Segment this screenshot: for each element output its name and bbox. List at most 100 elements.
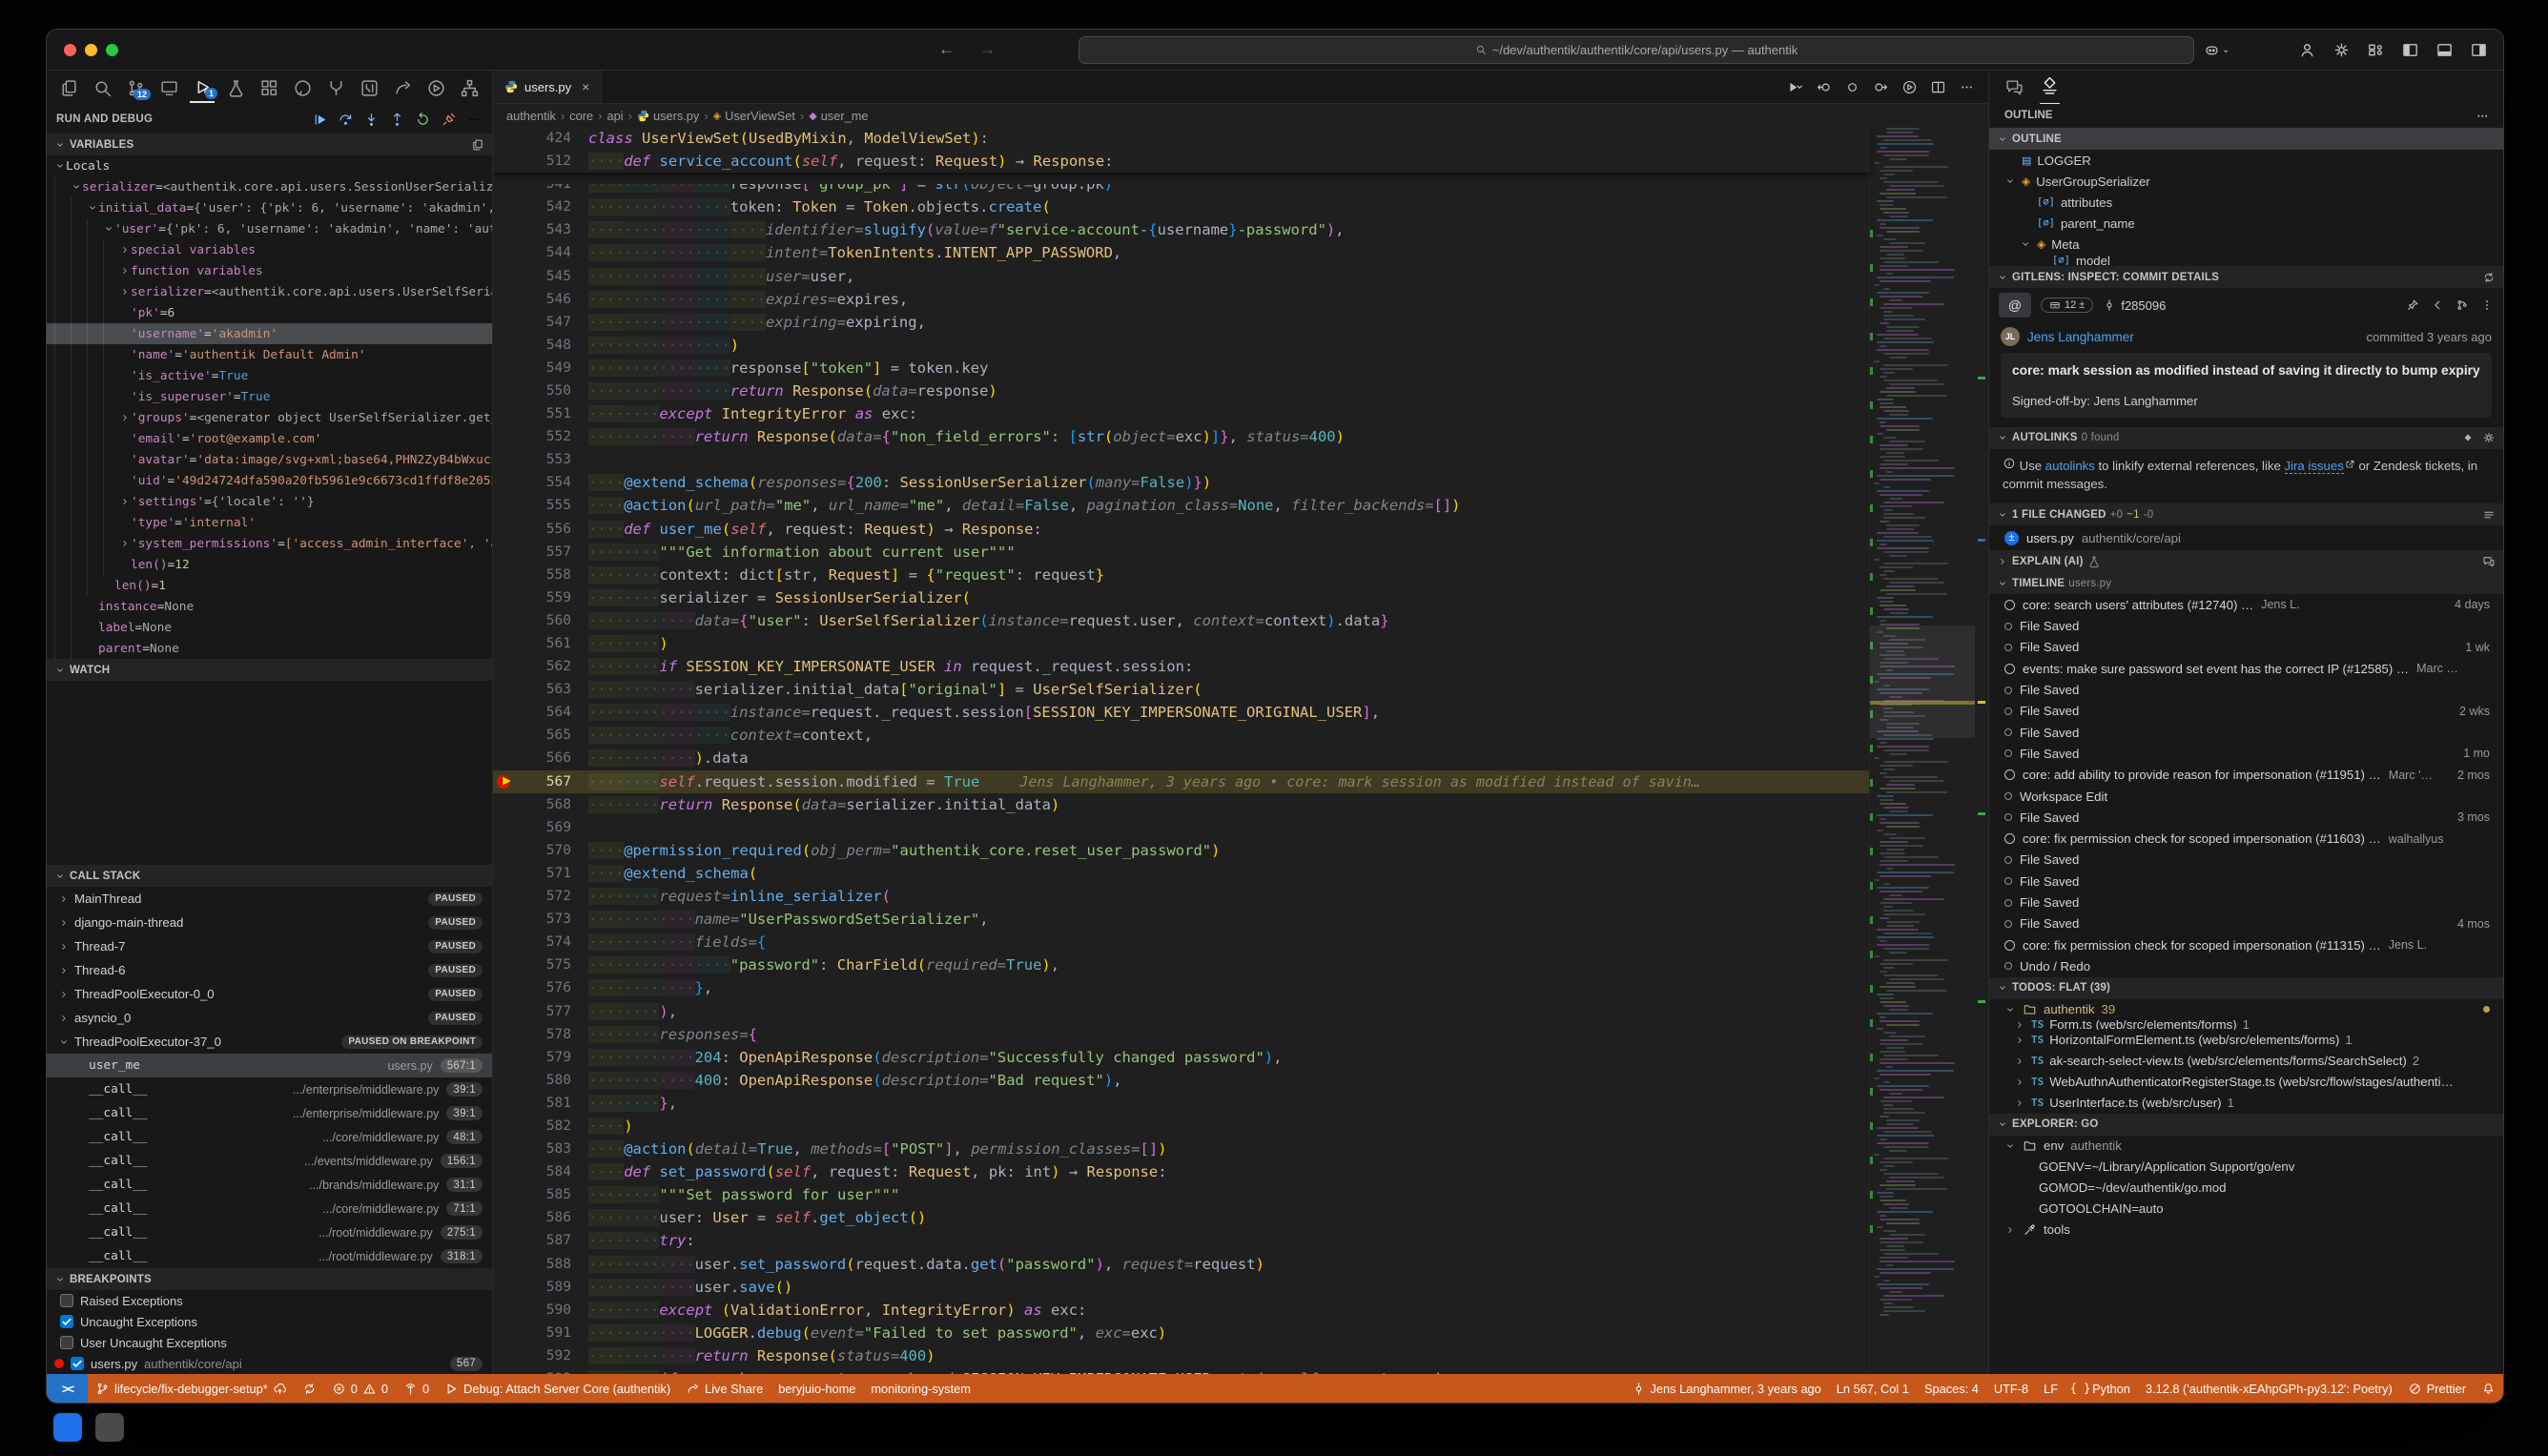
- restart-icon[interactable]: [415, 112, 431, 128]
- split-editor-icon[interactable]: [1930, 79, 1946, 95]
- gutter[interactable]: 571: [493, 862, 588, 885]
- dock-icon[interactable]: [53, 1413, 82, 1442]
- variable-row[interactable]: 'uid' = '49d24724dfa590a20fb5961e9c6673c…: [47, 470, 492, 491]
- more-actions-icon[interactable]: [466, 112, 483, 128]
- todo-file-row[interactable]: TSWebAuthnAuthenticatorRegisterStage.ts …: [1989, 1072, 2503, 1093]
- autolinks-section-header[interactable]: AUTOLINKS0 found: [1989, 427, 2503, 449]
- explorer-go-section-header[interactable]: EXPLORER: GO: [1989, 1114, 2503, 1136]
- gutter[interactable]: 568: [493, 793, 588, 816]
- pin-icon[interactable]: [2406, 298, 2419, 312]
- breakpoint-row[interactable]: User Uncaught Exceptions: [47, 1332, 492, 1353]
- variable-row[interactable]: len() = 12: [47, 554, 492, 575]
- outline-item-parent_name[interactable]: [∅]parent_name: [1989, 213, 2503, 234]
- gutter[interactable]: 554: [493, 471, 588, 494]
- gutter[interactable]: 573: [493, 908, 588, 931]
- account-icon[interactable]: [2298, 41, 2316, 59]
- breadcrumb-item[interactable]: api: [607, 109, 624, 123]
- breakpoint-checkbox[interactable]: [71, 1357, 84, 1370]
- outline-item-logger[interactable]: ▤LOGGER: [1989, 150, 2503, 171]
- status-item-spaces[interactable]: Spaces: 4: [1917, 1374, 1986, 1403]
- variable-row[interactable]: special variables: [47, 239, 492, 260]
- timeline-item[interactable]: File Saved: [1989, 892, 2503, 913]
- status-item-python[interactable]: { }Python: [2065, 1374, 2138, 1403]
- gutter[interactable]: 512: [493, 150, 588, 173]
- timeline-item[interactable]: File Saved: [1989, 850, 2503, 871]
- gutter[interactable]: 581: [493, 1092, 588, 1115]
- timeline-item[interactable]: Undo / Redo: [1989, 955, 2503, 976]
- call-stack-thread[interactable]: Thread-7PAUSED: [47, 934, 492, 958]
- autolink-icon[interactable]: [2461, 431, 2475, 444]
- variable-row[interactable]: 'name' = 'authentik Default Admin': [47, 344, 492, 365]
- gutter[interactable]: 546: [493, 288, 588, 311]
- minimize-window-button[interactable]: [85, 44, 97, 56]
- timeline-item[interactable]: File Saved: [1989, 722, 2503, 743]
- activity-item-beaker[interactable]: [223, 73, 248, 102]
- tab-users-py[interactable]: users.py ×: [493, 71, 602, 103]
- run-python-file-icon[interactable]: [1787, 79, 1803, 95]
- variables-section-header[interactable]: VARIABLES: [47, 133, 492, 155]
- todos-section-header[interactable]: TODOS: FLAT (39): [1989, 977, 2503, 999]
- minimap[interactable]: [1869, 127, 1975, 1374]
- timeline-item[interactable]: File Saved1 mo: [1989, 743, 2503, 764]
- gutter[interactable]: 576: [493, 976, 588, 999]
- toggle-panel-icon[interactable]: [2435, 41, 2454, 59]
- gitlens-section-header[interactable]: GITLENS: INSPECT: COMMIT DETAILS: [1989, 266, 2503, 288]
- gutter[interactable]: 585: [493, 1183, 588, 1206]
- gutter[interactable]: 547: [493, 311, 588, 334]
- commit-details-tab[interactable]: @: [1999, 293, 2031, 318]
- gutter[interactable]: 569: [493, 816, 588, 839]
- jira-issues-link[interactable]: Jira issues: [2285, 459, 2344, 474]
- collapse-icon[interactable]: [471, 138, 484, 152]
- refresh-icon[interactable]: [2482, 271, 2496, 284]
- timeline-item[interactable]: File Saved: [1989, 616, 2503, 637]
- nav-last-edit-icon[interactable]: [1844, 79, 1860, 95]
- todo-file-row[interactable]: TSUserInterface.ts (web/src/user)1: [1989, 1093, 2503, 1114]
- outline-panel-tab[interactable]: [2040, 71, 2060, 104]
- step-out-icon[interactable]: [389, 112, 405, 128]
- gutter[interactable]: 575: [493, 954, 588, 976]
- status-item-lifecyclefixdebuggersetup[interactable]: lifecycle/fix-debugger-setup*: [88, 1374, 295, 1403]
- status-item-0[interactable]: 00: [324, 1374, 396, 1403]
- status-item-monitoringsystem[interactable]: monitoring-system: [863, 1374, 978, 1403]
- back-icon[interactable]: [2431, 298, 2444, 312]
- status-item[interactable]: ><: [47, 1374, 88, 1403]
- breadcrumb-item[interactable]: ◈UserViewSet: [713, 109, 795, 123]
- timeline-item[interactable]: File Saved: [1989, 679, 2503, 700]
- env-group-row[interactable]: envauthentik: [1989, 1136, 2503, 1157]
- close-tab-icon[interactable]: ×: [582, 79, 589, 94]
- gutter[interactable]: 555: [493, 494, 588, 517]
- gutter[interactable]: 580: [493, 1069, 588, 1092]
- call-stack-section-header[interactable]: CALL STACK: [47, 865, 492, 887]
- variable-row[interactable]: 'system_permissions' = ['access_admin_in…: [47, 533, 492, 554]
- gutter[interactable]: 557: [493, 541, 588, 564]
- editor-more-actions-icon[interactable]: [1959, 79, 1975, 95]
- breakpoint-checkbox[interactable]: [60, 1294, 73, 1307]
- gutter[interactable]: 565: [493, 724, 588, 747]
- gutter[interactable]: 560: [493, 609, 588, 632]
- step-into-icon[interactable]: [363, 112, 380, 128]
- toggle-primary-sidebar-icon[interactable]: [2401, 41, 2419, 59]
- command-center[interactable]: ~/dev/authentik/authentik/core/api/users…: [1079, 36, 2194, 64]
- variable-row[interactable]: 'avatar' = 'data:image/svg+xml;base64,PH…: [47, 449, 492, 470]
- call-stack-frame[interactable]: __call__.../root/middleware.py275:1: [47, 1220, 492, 1244]
- timeline-item[interactable]: File Saved1 wk: [1989, 637, 2503, 658]
- outline-item-usergroupserializer[interactable]: ◈UserGroupSerializer: [1989, 171, 2503, 192]
- gutter[interactable]: 544: [493, 241, 588, 264]
- view-list-icon[interactable]: [2482, 508, 2496, 522]
- timeline-item[interactable]: Workspace Edit: [1989, 786, 2503, 807]
- customize-layout-icon[interactable]: [2367, 41, 2385, 59]
- variable-row[interactable]: serializer = <authentik.core.api.users.U…: [47, 281, 492, 302]
- gutter[interactable]: 570: [493, 839, 588, 862]
- debug-run-icon[interactable]: [1901, 79, 1918, 95]
- gutter[interactable]: 558: [493, 564, 588, 586]
- gutter[interactable]: 584: [493, 1160, 588, 1183]
- timeline-item[interactable]: events: make sure password set event has…: [1989, 658, 2503, 679]
- gutter[interactable]: 561: [493, 632, 588, 655]
- gutter[interactable]: 577: [493, 999, 588, 1022]
- more-actions-icon[interactable]: ⋯: [2477, 109, 2489, 122]
- gutter[interactable]: 564: [493, 701, 588, 724]
- variable-row[interactable]: function variables: [47, 260, 492, 281]
- call-stack-frame[interactable]: __call__.../core/middleware.py71:1: [47, 1197, 492, 1220]
- breadcrumb-item[interactable]: ◆user_me: [809, 109, 868, 123]
- commit-author-link[interactable]: Jens Langhammer: [2027, 330, 2134, 344]
